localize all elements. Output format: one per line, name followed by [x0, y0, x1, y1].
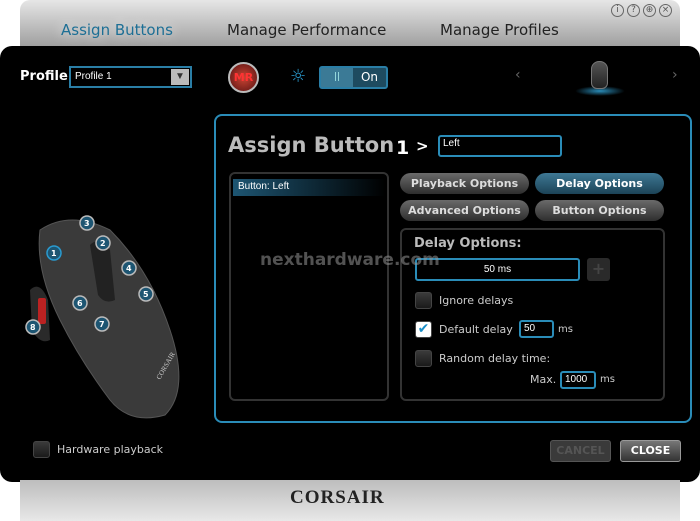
chevron-down-icon[interactable]: ▼ [171, 69, 189, 85]
globe-icon[interactable]: ⊕ [643, 4, 656, 17]
ignore-delays-checkbox[interactable] [415, 292, 432, 309]
mouse-button-7[interactable]: 7 [99, 320, 105, 329]
corsair-logo: CORSAIR [290, 487, 385, 508]
hardware-playback-label: Hardware playback [57, 443, 164, 456]
tab-assign-buttons[interactable]: Assign Buttons [61, 21, 173, 39]
cancel-button[interactable]: CANCEL [550, 440, 611, 462]
mouse-illustration: CORSAIR 1 2 3 4 5 6 7 8 [25, 215, 180, 419]
max-delay-unit: ms [600, 374, 615, 385]
ignore-delays-label: Ignore delays [439, 294, 514, 307]
mouse-button-1[interactable]: 1 [51, 249, 57, 258]
tab-playback-options[interactable]: Playback Options [400, 173, 529, 194]
add-delay-button[interactable]: + [587, 258, 610, 281]
delay-heading: Delay Options: [414, 236, 522, 251]
hardware-playback-checkbox[interactable] [33, 441, 50, 458]
default-delay-unit: ms [558, 324, 573, 335]
lighting-toggle[interactable]: || On [319, 66, 388, 89]
close-button[interactable]: CLOSE [620, 440, 681, 462]
max-delay-input[interactable]: 1000 [560, 371, 596, 389]
watermark: nexthardware.com [260, 250, 440, 270]
assign-title: Assign Button [228, 133, 395, 157]
tab-advanced-options[interactable]: Advanced Options [400, 200, 529, 221]
info-icon[interactable]: i [611, 4, 624, 17]
default-delay-checkbox[interactable]: ✔ [415, 321, 432, 338]
action-list[interactable]: Button: Left [229, 172, 389, 401]
tab-manage-profiles[interactable]: Manage Profiles [440, 21, 559, 39]
mouse-button-5[interactable]: 5 [143, 290, 149, 299]
profile-label: Profile [20, 69, 68, 84]
help-icon[interactable]: ? [627, 4, 640, 17]
prev-device-icon[interactable]: ‹ [515, 67, 521, 83]
device-thumbnail[interactable] [591, 61, 608, 89]
toggle-knob[interactable]: || [321, 68, 353, 87]
tab-button-options[interactable]: Button Options [535, 200, 664, 221]
mouse-button-2[interactable]: 2 [100, 239, 106, 248]
mouse-button-3[interactable]: 3 [84, 219, 90, 228]
default-delay-input[interactable]: 50 [519, 320, 554, 338]
toggle-label: On [360, 70, 379, 84]
max-label: Max. [530, 373, 557, 386]
close-icon[interactable]: × [659, 4, 672, 17]
mouse-button-8[interactable]: 8 [30, 323, 36, 332]
button-name-input[interactable]: Left [438, 135, 562, 157]
next-device-icon[interactable]: › [672, 67, 678, 83]
random-delay-label: Random delay time: [439, 352, 551, 365]
mouse-button-4[interactable]: 4 [126, 264, 132, 273]
checkmark-icon: ✔ [417, 321, 430, 337]
mouse-button-6[interactable]: 6 [77, 299, 83, 308]
chevron-right-icon: > [416, 137, 429, 155]
lighting-icon: ☼ [290, 66, 307, 87]
list-item[interactable]: Button: Left [233, 179, 385, 196]
random-delay-checkbox[interactable] [415, 350, 432, 367]
profile-select[interactable]: Profile 1 ▼ [69, 66, 192, 88]
macro-record-button[interactable]: MR [228, 62, 259, 93]
profile-value: Profile 1 [75, 71, 112, 82]
tab-manage-performance[interactable]: Manage Performance [227, 21, 386, 39]
button-number: 1 [396, 137, 410, 159]
default-delay-label: Default delay [439, 323, 513, 336]
tab-delay-options[interactable]: Delay Options [535, 173, 664, 194]
